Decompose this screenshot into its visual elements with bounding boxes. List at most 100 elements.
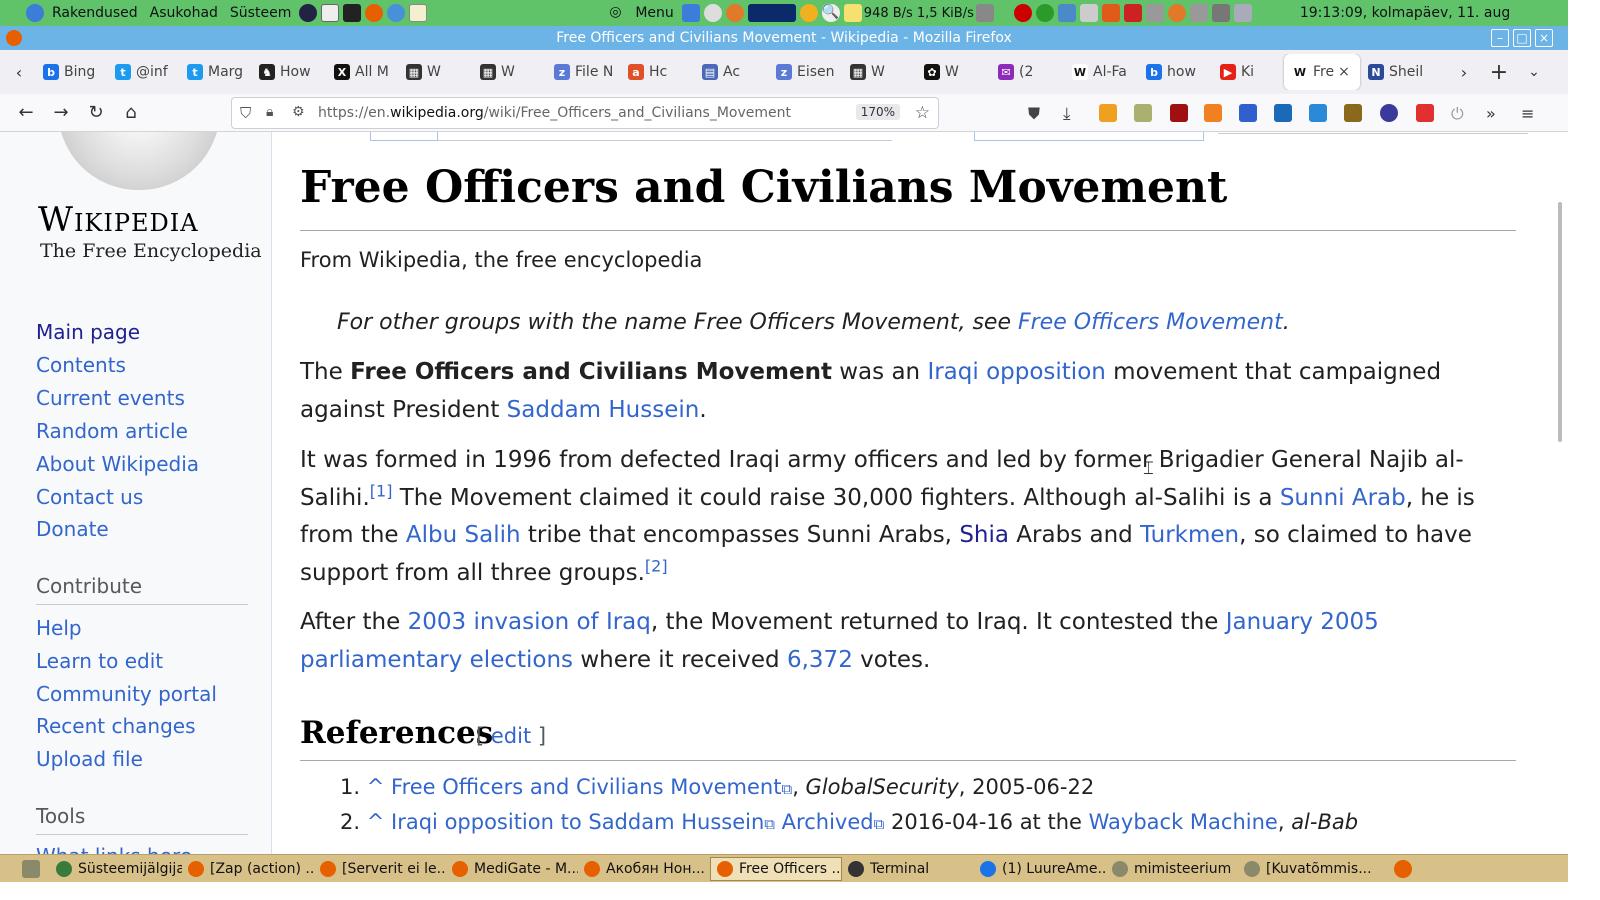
menu-system[interactable]: Süsteem: [224, 5, 297, 21]
scrollbar-thumb[interactable]: [1558, 202, 1562, 442]
edit-section-link[interactable]: edit: [491, 724, 531, 748]
wikipedia-globe-logo[interactable]: [58, 132, 220, 190]
clock-label[interactable]: 19:13:09, kolmapäev, 11. aug: [1300, 5, 1510, 21]
menu-icon[interactable]: ◎: [609, 4, 627, 22]
browser-tab[interactable]: b Bing: [35, 54, 107, 90]
reference-link[interactable]: Iraqi opposition to Saddam Hussein: [391, 810, 764, 834]
terminal-icon[interactable]: [343, 4, 362, 22]
home-icon[interactable]: ⌂: [115, 97, 147, 129]
downloads-icon[interactable]: ⤓: [1063, 104, 1081, 124]
browser-tab[interactable]: N Sheil: [1360, 54, 1432, 90]
lock-icon[interactable]: 🔒︎: [266, 104, 273, 120]
nav-main-page[interactable]: Main page: [36, 320, 140, 344]
taskbar-task[interactable]: Terminal: [842, 857, 974, 881]
nav-contact-us[interactable]: Contact us: [36, 485, 143, 509]
url-bar[interactable]: ⛉ 🔒︎ ⚙ https://en.wikipedia.org/wiki/Fre…: [231, 97, 939, 129]
browser-tab[interactable]: ✉ (2: [990, 54, 1064, 90]
taskbar-task[interactable]: Süsteemijälgija: [50, 857, 182, 881]
ublock-icon[interactable]: [1170, 104, 1188, 122]
nav-community-portal[interactable]: Community portal: [36, 682, 217, 706]
extension-7-icon[interactable]: [1416, 104, 1434, 122]
clock-app-icon[interactable]: [703, 4, 722, 22]
firefox-icon[interactable]: [365, 4, 384, 22]
hatnote-link[interactable]: Free Officers Movement: [1018, 310, 1283, 335]
browser-tab[interactable]: t Marg: [179, 54, 251, 90]
taskbar-task[interactable]: mimisteerium: [1106, 857, 1238, 881]
browser-tab[interactable]: W Fre ×: [1284, 54, 1360, 90]
taskbar-task[interactable]: MediGate - M...: [446, 857, 578, 881]
network-icon[interactable]: [1211, 4, 1230, 22]
browser-tab[interactable]: z File N: [546, 54, 620, 90]
window-title-bar[interactable]: Free Officers and Civilians Movement - W…: [0, 26, 1568, 50]
extension-1-icon[interactable]: [1099, 104, 1117, 122]
taskbar-task[interactable]: Акобян Нон...: [578, 857, 710, 881]
reference-link[interactable]: Free Officers and Civilians Movement: [391, 775, 781, 799]
citation-1[interactable]: [1]: [370, 481, 393, 500]
pumpkin-icon[interactable]: [1167, 4, 1186, 22]
distro-logo-icon[interactable]: [26, 4, 44, 22]
wayback-machine-link[interactable]: Wayback Machine: [1089, 810, 1278, 834]
link-vote-count[interactable]: 6,372: [787, 647, 853, 673]
link-turkmen[interactable]: Turkmen: [1140, 522, 1239, 548]
browser-tab[interactable]: X All M: [326, 54, 398, 90]
taskbar-task[interactable]: [Kuvatõmmis...: [1238, 857, 1370, 881]
browser-tab[interactable]: W Al-Fa: [1064, 54, 1138, 90]
maximize-button[interactable]: □: [1513, 29, 1531, 47]
tab-scroll-left-icon[interactable]: ‹: [3, 56, 35, 88]
extension-6-icon[interactable]: [1380, 104, 1398, 122]
nav-donate[interactable]: Donate: [36, 517, 109, 541]
close-tab-icon[interactable]: ×: [1338, 64, 1350, 80]
record-icon[interactable]: [1013, 4, 1032, 22]
tab-scroll-right-icon[interactable]: ›: [1448, 56, 1480, 88]
search-icon[interactable]: 🔍: [821, 4, 840, 22]
nav-current-events[interactable]: Current events: [36, 386, 185, 410]
menu-places[interactable]: Asukohad: [144, 5, 224, 21]
metamask-icon[interactable]: [1204, 104, 1222, 122]
nav-about-wikipedia[interactable]: About Wikipedia: [36, 452, 199, 476]
text-editor-icon[interactable]: [409, 4, 428, 22]
check-app-icon[interactable]: [681, 4, 700, 22]
menu-applications[interactable]: Rakendused: [46, 5, 144, 21]
browser-tab[interactable]: z Eisen: [768, 54, 842, 90]
link-iraqi-opposition[interactable]: Iraqi opposition: [927, 359, 1105, 385]
thunderbird-icon[interactable]: [387, 4, 406, 22]
tracking-shield-icon[interactable]: ⛉: [240, 104, 251, 122]
menu-label[interactable]: Menu: [629, 5, 679, 21]
hamburger-menu-icon[interactable]: ≡: [1521, 104, 1539, 123]
scrollbar-track[interactable]: [1546, 132, 1568, 854]
back-icon[interactable]: ←: [10, 97, 42, 129]
forward-icon[interactable]: →: [45, 97, 77, 129]
nav-what-links-here[interactable]: What links here: [36, 844, 192, 854]
extension-link-icon[interactable]: [1239, 104, 1257, 122]
clipboard-icon[interactable]: [1079, 4, 1098, 22]
bluetooth-icon[interactable]: [1057, 4, 1076, 22]
browser-tab[interactable]: ▤ Ac: [694, 54, 768, 90]
power-icon[interactable]: ⏻: [1451, 104, 1469, 123]
calculator-icon[interactable]: [321, 4, 340, 22]
globe-icon[interactable]: [299, 4, 318, 22]
extension-4-icon[interactable]: [1309, 104, 1327, 122]
link-shia[interactable]: Shia: [959, 522, 1009, 548]
archived-link[interactable]: Archived: [782, 810, 874, 834]
bookmark-star-icon[interactable]: ☆: [915, 103, 930, 123]
nav-random-article[interactable]: Random article: [36, 419, 188, 443]
nav-upload-file[interactable]: Upload file: [36, 747, 143, 771]
extension-2-icon[interactable]: [1134, 104, 1152, 122]
taskbar-task[interactable]: [Zap (action) ...: [182, 857, 314, 881]
grid-icon[interactable]: [1145, 4, 1164, 22]
minimize-button[interactable]: –: [1491, 29, 1509, 47]
browser-tab[interactable]: ▶ Ki: [1212, 54, 1284, 90]
taskbar-task[interactable]: [Serverit ei le...: [314, 857, 446, 881]
speaker-icon[interactable]: [1189, 4, 1208, 22]
calendar-icon[interactable]: [1123, 4, 1142, 22]
caret-up-icon[interactable]: ^: [367, 775, 385, 799]
check-icon[interactable]: [1035, 4, 1054, 22]
link-saddam-hussein[interactable]: Saddam Hussein: [507, 397, 700, 423]
tray-firefox-icon[interactable]: [1394, 860, 1412, 878]
show-desktop-icon[interactable]: [22, 859, 40, 878]
gear-icon[interactable]: [799, 4, 818, 22]
url-text[interactable]: https://en.wikipedia.org/wiki/Free_Offic…: [318, 105, 791, 121]
extension-5-icon[interactable]: [1344, 104, 1362, 122]
citation-2[interactable]: [2]: [645, 556, 668, 575]
activity-app-icon[interactable]: [725, 4, 744, 22]
